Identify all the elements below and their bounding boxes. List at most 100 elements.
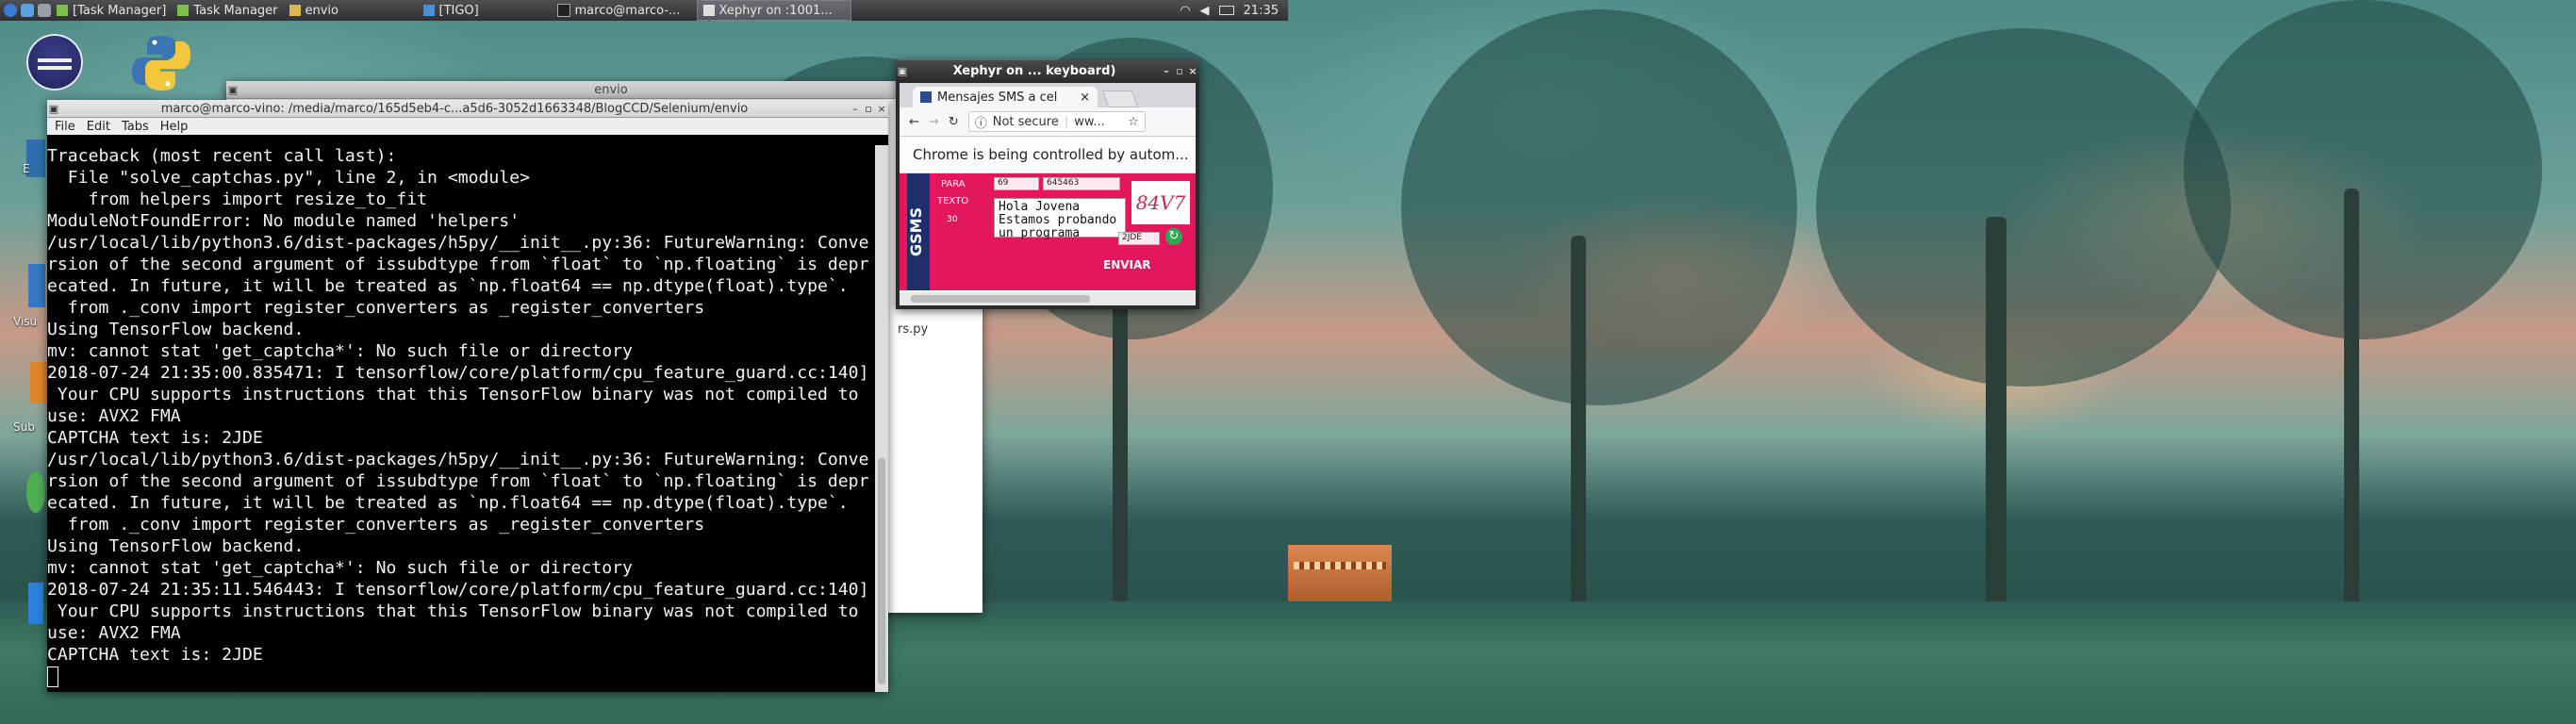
terminal-line: use: AVX2 FMA — [47, 623, 181, 643]
chrome-tabstrip: Mensajes SMS a cel × — [900, 83, 1196, 107]
xephyr-title: Xephyr on ... keyboard) — [952, 63, 1116, 78]
close-icon[interactable]: × — [875, 103, 888, 115]
forward-arrow-icon[interactable]: → — [929, 115, 939, 129]
envio-titlebar[interactable]: ▣ envio — [226, 81, 983, 99]
bookmark-star-icon[interactable]: ☆ — [1128, 115, 1139, 129]
file-manager-launcher-icon[interactable] — [21, 4, 34, 17]
reload-icon[interactable]: ↻ — [949, 115, 959, 129]
desktop-icon-label: Sub — [13, 420, 35, 434]
folder-icon — [289, 5, 301, 16]
tab-close-icon[interactable]: × — [1080, 90, 1090, 105]
maximize-icon[interactable]: ▫ — [1173, 65, 1186, 77]
taskbar-item-xephyr[interactable]: Xephyr on :1001... — [696, 0, 851, 21]
taskbar-item-task-manager-2[interactable]: Task Manager — [172, 1, 283, 20]
taskbar-label: Xephyr on :1001... — [718, 3, 833, 18]
panel-clock[interactable]: 21:35 — [1244, 4, 1279, 18]
scrollbar-thumb[interactable] — [911, 295, 1090, 303]
desktop-icon-label: E — [23, 162, 30, 175]
terminal-line: mv: cannot stat 'get_captcha*': No such … — [47, 341, 633, 361]
cursor-block — [47, 666, 58, 687]
task-manager-icon — [57, 5, 68, 16]
scrollbar-thumb[interactable] — [878, 458, 885, 684]
minimize-icon[interactable]: – — [849, 103, 862, 115]
terminal-scrollbar[interactable] — [875, 145, 888, 692]
top-panel: [Task Manager] Task Manager envio [TIGO]… — [0, 0, 1288, 21]
window-menu-icon[interactable]: ▣ — [47, 103, 60, 115]
terminal-line: Your CPU supports instructions that this… — [47, 385, 859, 404]
taskbar-item-task-manager-1[interactable]: [Task Manager] — [51, 1, 172, 20]
desktop-icon-label: Visu — [13, 315, 38, 328]
terminal-line: ecated. In future, it will be treated as… — [47, 276, 849, 296]
phone-number-input[interactable]: 645463 — [1043, 177, 1120, 190]
xephyr-icon — [702, 5, 715, 16]
settings-launcher-icon[interactable] — [38, 4, 51, 17]
terminal-titlebar[interactable]: ▣ marco@marco-vino: /media/marco/165d5eb… — [47, 100, 888, 118]
terminal-line: Using TensorFlow backend. — [47, 320, 305, 339]
info-icon[interactable]: ⓘ — [975, 113, 987, 131]
wifi-icon[interactable]: ◠ — [1180, 4, 1190, 18]
desktop-wallpaper-right — [1288, 0, 2576, 724]
battery-icon[interactable] — [1218, 6, 1234, 15]
back-arrow-icon[interactable]: ← — [909, 115, 919, 129]
sms-form-page: GSMS PARA 69 645463 TEXTO 30 Hola Jovena… — [900, 173, 1196, 290]
desktop-icon-partial[interactable] — [28, 583, 43, 624]
taskbar-label: [TIGO] — [438, 3, 479, 18]
desktop-icon-partial[interactable] — [26, 471, 45, 513]
terminal-line: from ._conv import register_converters a… — [47, 515, 705, 535]
desktop-icon-partial[interactable] — [30, 362, 47, 403]
taskbar-item-tigo[interactable]: [TIGO] — [418, 1, 552, 20]
country-code-select[interactable]: 69 — [994, 177, 1039, 190]
message-textarea[interactable]: Hola Jovena Estamos probando un programa — [994, 198, 1126, 240]
task-manager-icon — [177, 5, 190, 16]
terminal-line: 2018-07-24 21:35:00.835471: I tensorflow… — [47, 363, 869, 383]
terminal-line: Traceback (most recent call last): — [47, 146, 397, 166]
menu-help[interactable]: Help — [160, 120, 189, 134]
address-bar[interactable]: ⓘ Not secure | ww... ☆ — [967, 111, 1146, 132]
minimize-icon[interactable]: – — [1160, 65, 1173, 77]
terminal-line: CAPTCHA text is: 2JDE — [47, 645, 263, 665]
terminal-title: marco@marco-vino: /media/marco/165d5eb4-… — [160, 101, 749, 116]
terminal-line: Using TensorFlow backend. — [47, 536, 305, 556]
maximize-icon[interactable]: ▫ — [862, 103, 875, 115]
chrome-toolbar: ← → ↻ ⓘ Not secure | ww... ☆ — [900, 107, 1196, 137]
xephyr-titlebar[interactable]: ▣ Xephyr on ... keyboard) – ▫ × — [896, 60, 1199, 81]
page-favicon-icon — [920, 91, 932, 103]
texto-label: TEXTO — [937, 196, 969, 206]
tab-title: Mensajes SMS a cel — [937, 90, 1058, 105]
url-text: ww... — [1074, 114, 1105, 129]
terminal-line: from ._conv import register_converters a… — [47, 298, 705, 318]
automation-infobar: Chrome is being controlled by autom... — [900, 137, 1196, 173]
menu-launcher-icon[interactable] — [4, 4, 17, 17]
python-icon[interactable] — [130, 32, 192, 94]
terminal-line: rsion of the second argument of issubdty… — [47, 255, 869, 274]
terminal-line: /usr/local/lib/python3.6/dist-packages/h… — [47, 450, 869, 469]
refresh-captcha-icon[interactable]: ↻ — [1165, 228, 1182, 245]
taskbar-label: marco@marco-... — [574, 3, 681, 18]
terminal-menubar: File Edit Tabs Help — [47, 118, 888, 135]
send-button[interactable]: ENVIAR — [1103, 258, 1151, 272]
envio-file-label[interactable]: rs.py — [898, 322, 928, 337]
taskbar-item-envio[interactable]: envio — [284, 1, 418, 20]
window-menu-icon[interactable]: ▣ — [896, 65, 909, 77]
eclipse-icon[interactable] — [26, 34, 83, 90]
desktop-icon-partial[interactable] — [28, 264, 45, 307]
menu-tabs[interactable]: Tabs — [122, 120, 149, 134]
terminal-output[interactable]: Traceback (most recent call last): File … — [47, 145, 875, 692]
terminal-line: ModuleNotFoundError: No module named 'he… — [47, 211, 520, 231]
terminal-line: use: AVX2 FMA — [47, 406, 181, 426]
terminal-line: from helpers import resize_to_fit — [47, 189, 428, 209]
captcha-input[interactable]: 2JDE — [1118, 232, 1160, 245]
browser-tab[interactable]: Mensajes SMS a cel × — [913, 87, 1098, 107]
terminal-line: CAPTCHA text is: 2JDE — [47, 428, 263, 448]
close-icon[interactable]: × — [1186, 65, 1199, 77]
captcha-image: 84V7 — [1131, 181, 1190, 224]
window-menu-icon[interactable]: ▣ — [226, 84, 239, 96]
chrome-browser: Mensajes SMS a cel × ← → ↻ ⓘ Not secure … — [900, 83, 1196, 305]
new-tab-button[interactable] — [1101, 90, 1139, 107]
menu-file[interactable]: File — [55, 120, 75, 134]
taskbar-item-terminal[interactable]: marco@marco-... — [552, 1, 697, 20]
menu-edit[interactable]: Edit — [87, 120, 110, 134]
horizontal-scrollbar[interactable] — [900, 292, 1196, 305]
volume-icon[interactable]: ◀ — [1200, 4, 1210, 18]
para-label: PARA — [941, 179, 966, 189]
